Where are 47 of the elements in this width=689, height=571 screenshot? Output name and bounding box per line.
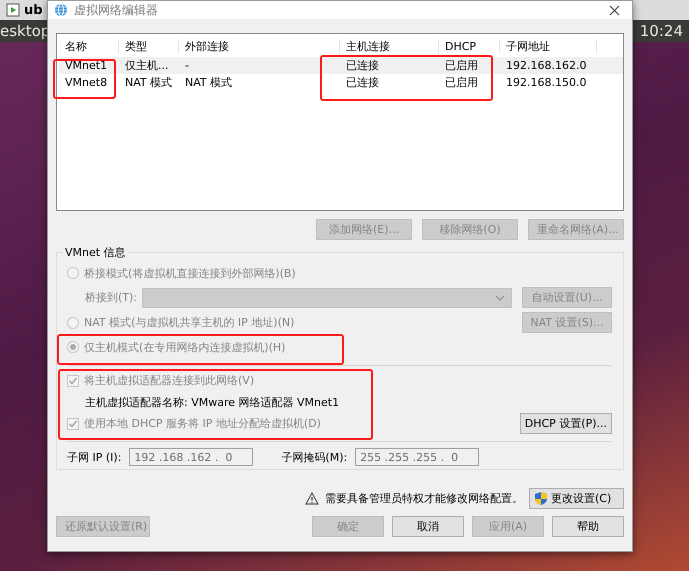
checkbox-label: 使用本地 DHCP 服务将 IP 地址分配给虚拟机(D) [84,416,321,432]
tab-label[interactable]: ub [24,2,43,18]
warning-icon [305,492,319,505]
radio-label: 桥接模式(将虚拟机直接连接到外部网络)(B) [84,266,296,281]
change-settings-button[interactable]: 更改设置(C) [529,488,624,509]
vm-tab-icon [6,3,20,17]
table-cell-text: 已启用 [444,58,479,73]
table-cell-text: VMnet1 [64,59,108,72]
close-icon[interactable] [609,4,620,16]
column-header[interactable]: 主机连接 [340,39,439,54]
column-header[interactable]: 外部连接 [179,39,340,54]
table-row[interactable]: VMnet1 仅主机... - 已连接 已启用 192.168.162.0 [59,57,623,74]
window-title: 虚拟网络编辑器 [74,2,159,18]
admin-notice: 需要具备管理员特权才能修改网络配置。 [325,491,523,506]
table-cell-text: 已连接 [345,58,380,73]
table-row[interactable]: VMnet8 NAT 模式 NAT 模式 已连接 已启用 192.168.150.0 [59,74,623,91]
table-cell-text: 仅主机... [124,58,170,73]
button[interactable]: 帮助 [552,516,624,537]
field-label: 子网掩码(M): [281,450,348,465]
table-cell-text: 192.168.150.0 [505,76,588,89]
dropdown[interactable] [142,288,512,308]
mask-field[interactable]: 255 .255 .255 . 0 [355,448,480,466]
table-cell-text: VMnet8 [64,76,108,89]
radio-label: 仅主机模式(在专用网络内连接虚拟机)(H) [84,340,286,355]
button[interactable]: 取消 [392,516,464,537]
column-header[interactable]: DHCP [439,40,500,53]
table-cell-text: - [184,59,190,72]
column-header[interactable]: 类型 [119,39,179,54]
column-header[interactable]: 子网地址 [500,39,597,54]
chevron-icon [495,294,506,301]
clock: 10:24 [640,22,684,40]
table-cell-text: 192.168.162.0 [505,59,588,72]
group-title: VMnet 信息 [63,245,128,260]
field-label: 桥接到(T): [85,290,138,306]
table-cell-text: 已启用 [444,75,479,90]
checkbox-label: 将主机虚拟适配器连接到此网络(V) [84,373,254,388]
annotation-frame [53,59,116,99]
table-cell-text: 已连接 [345,75,380,90]
field-label: 子网 IP (I): [67,450,122,465]
radio-label: NAT 模式(与虚拟机共享主机的 IP 地址)(N) [84,315,294,330]
column-header[interactable]: 名称 [59,39,119,54]
table-cell-text: NAT 模式 [124,75,174,90]
button[interactable]: DHCP 设置(P)... [520,413,612,434]
adapter-name: 主机虚拟适配器名称: VMware 网络适配器 VMnet1 [85,394,340,410]
ip-field[interactable]: 192 .168 .162 . 0 [129,448,254,466]
table-cell-text: NAT 模式 [184,75,234,90]
shield-icon [534,491,548,506]
